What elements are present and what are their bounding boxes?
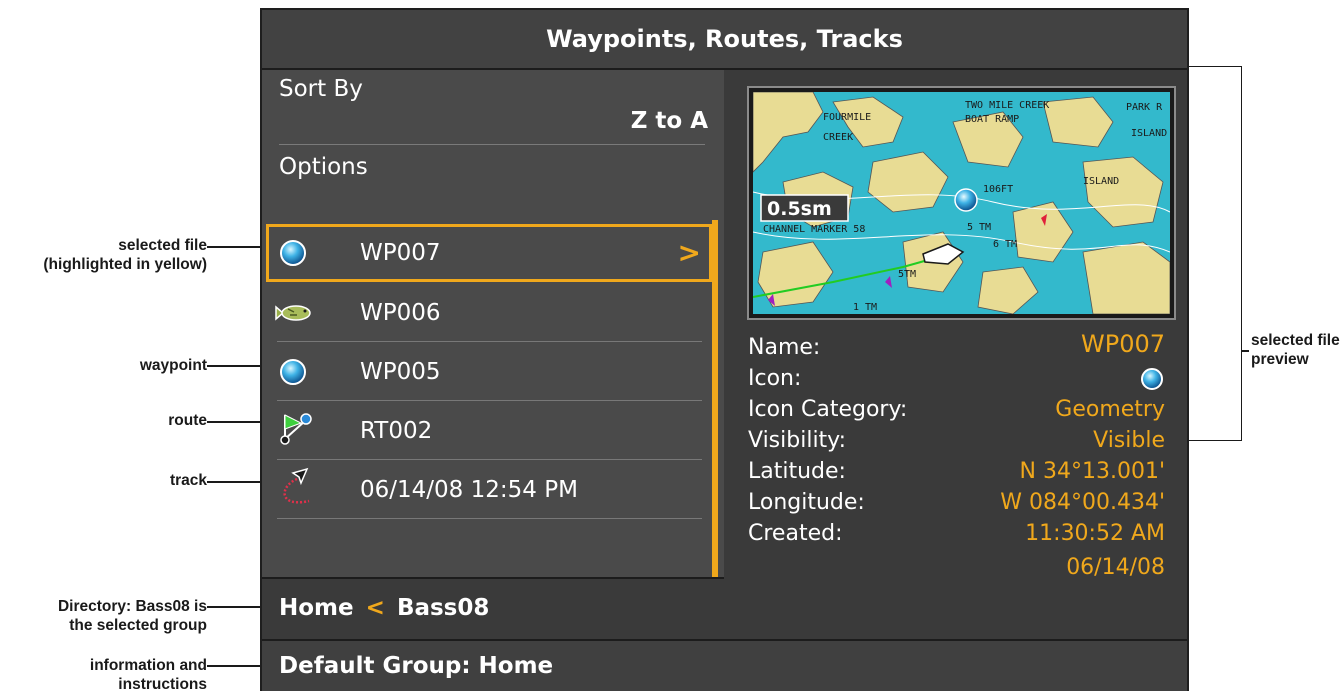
map-label: 5 TM xyxy=(967,222,991,233)
annotation-selected-file-line1: selected file xyxy=(118,237,207,254)
map-label: CHANNEL MARKER 58 xyxy=(763,224,865,235)
waypoint-sphere-icon xyxy=(1141,368,1163,390)
field-longitude-value: W 084°00.434' xyxy=(1000,490,1165,515)
window-title: Waypoints, Routes, Tracks xyxy=(262,10,1187,70)
map-label: 5TM xyxy=(898,269,916,280)
field-icon-label: Icon: xyxy=(748,366,802,391)
list-item-label: WP007 xyxy=(360,240,441,266)
chart-map-graphic: 0.5sm FOURMILE CREEK TWO MILE CREEK BOAT… xyxy=(753,92,1170,314)
row-divider xyxy=(277,518,702,519)
list-item-wp007[interactable]: WP007 > xyxy=(266,224,712,282)
map-label: ISLAND xyxy=(1131,128,1167,139)
list-item-label: WP006 xyxy=(360,300,441,326)
list-item-wp005[interactable]: WP005 xyxy=(262,343,708,401)
annotation-selected-file-line2: (highlighted in yellow) xyxy=(43,256,207,273)
annotation-preview-line2: preview xyxy=(1251,351,1309,368)
map-preview: 0.5sm FOURMILE CREEK TWO MILE CREEK BOAT… xyxy=(749,88,1174,318)
field-latitude-value: N 34°13.001' xyxy=(1019,459,1165,484)
annotation-info-line2: instructions xyxy=(118,676,207,693)
map-label: PARK R xyxy=(1126,102,1163,113)
map-label: 1 TM xyxy=(853,302,877,313)
map-label: BOAT RAMP xyxy=(965,114,1019,125)
field-created-label: Created: xyxy=(748,521,843,546)
sort-divider xyxy=(279,144,705,145)
annotation-waypoint: waypoint xyxy=(0,356,207,375)
field-name-value: WP007 xyxy=(1080,330,1165,358)
field-created-date: 06/14/08 xyxy=(1066,555,1165,580)
list-scrollbar[interactable] xyxy=(712,220,718,577)
field-longitude-label: Longitude: xyxy=(748,490,865,515)
route-icon xyxy=(280,413,312,445)
leader-preview xyxy=(1241,350,1249,352)
map-label: 106FT xyxy=(983,184,1013,195)
map-scale-label: 0.5sm xyxy=(767,198,832,220)
waypoint-sphere-icon xyxy=(280,359,306,385)
field-name-label: Name: xyxy=(748,335,821,360)
directory-root[interactable]: Home xyxy=(279,595,354,621)
annotation-selected-file: selected file (highlighted in yellow) xyxy=(0,236,207,274)
row-divider xyxy=(277,341,702,342)
list-item-label: WP005 xyxy=(360,359,441,385)
field-latitude-label: Latitude: xyxy=(748,459,846,484)
annotation-track-text: track xyxy=(169,472,207,489)
left-panel: Sort By Z to A Options WP007 > WP006 WP0… xyxy=(262,70,724,577)
field-visibility-value: Visible xyxy=(1093,428,1165,453)
waypoint-sphere-icon xyxy=(280,240,306,266)
field-category-label: Icon Category: xyxy=(748,397,908,422)
list-item-rt002[interactable]: RT002 xyxy=(262,402,708,460)
info-bar-text: Default Group: Home xyxy=(279,653,554,679)
fish-icon xyxy=(275,305,311,321)
preview-bracket xyxy=(1189,66,1242,441)
map-label: TWO MILE CREEK xyxy=(965,100,1049,111)
row-divider xyxy=(277,459,702,460)
annotation-info: information and instructions xyxy=(0,656,207,694)
row-divider xyxy=(277,400,702,401)
options-menu-item[interactable]: Options xyxy=(279,154,368,180)
field-created-time: 11:30:52 AM xyxy=(1025,521,1165,546)
directory-current[interactable]: Bass08 xyxy=(397,595,489,621)
annotation-directory-line1: Directory: Bass08 is xyxy=(57,598,207,615)
preview-panel: 0.5sm FOURMILE CREEK TWO MILE CREEK BOAT… xyxy=(724,70,1187,637)
list-item-track[interactable]: 06/14/08 12:54 PM xyxy=(262,461,708,519)
list-item-wp006[interactable]: WP006 xyxy=(262,284,708,342)
annotation-track: track xyxy=(0,471,207,490)
annotation-route-text: route xyxy=(168,412,207,429)
annotation-preview-line1: selected file xyxy=(1251,332,1340,349)
chevron-right-icon: > xyxy=(677,236,701,269)
annotation-route: route xyxy=(0,411,207,430)
annotation-preview: selected file preview xyxy=(1251,331,1341,369)
directory-bar[interactable]: Home < Bass08 xyxy=(262,577,724,639)
sort-by-label[interactable]: Sort By xyxy=(279,76,363,102)
annotation-info-line1: information and xyxy=(89,657,207,674)
file-list: WP007 > WP006 WP005 RT002 06/14/08 12:54… xyxy=(262,220,724,577)
list-item-label: 06/14/08 12:54 PM xyxy=(360,477,578,503)
list-item-label: RT002 xyxy=(360,418,433,444)
info-bar: Default Group: Home xyxy=(262,639,1187,691)
chevron-left-icon: < xyxy=(365,595,385,621)
annotation-directory: Directory: Bass08 is the selected group xyxy=(0,597,207,635)
map-label: CREEK xyxy=(823,132,853,143)
track-icon xyxy=(283,467,310,504)
field-category-value: Geometry xyxy=(1055,397,1165,422)
device-screen: Waypoints, Routes, Tracks Sort By Z to A… xyxy=(260,8,1189,691)
field-visibility-label: Visibility: xyxy=(748,428,847,453)
map-label: 6 TM xyxy=(993,239,1017,250)
sort-by-value[interactable]: Z to A xyxy=(631,108,708,134)
map-label: ISLAND xyxy=(1083,176,1119,187)
map-label: FOURMILE xyxy=(823,112,871,123)
annotation-directory-line2: the selected group xyxy=(69,617,207,634)
annotation-waypoint-text: waypoint xyxy=(139,357,207,374)
